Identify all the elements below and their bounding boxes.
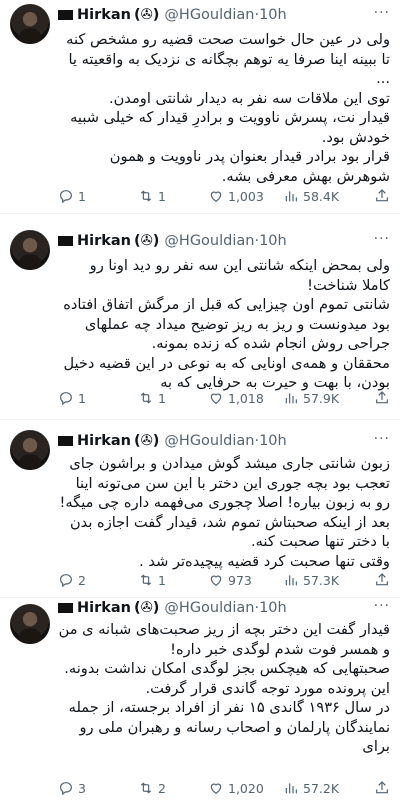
heart-icon: [210, 575, 222, 587]
like-button[interactable]: 1,020: [208, 780, 264, 796]
views-button[interactable]: 57.3K: [283, 572, 339, 588]
heart-icon: [210, 191, 222, 203]
handle[interactable]: @HGouldian·10h: [164, 433, 286, 449]
retweet-button[interactable]: 2: [138, 780, 166, 796]
views-button[interactable]: 57.2K: [283, 780, 339, 796]
tweet-paragraph: زبون شانتی جاری میشد گوش میدادن و براشون…: [59, 455, 391, 511]
handle[interactable]: @HGouldian·10h: [164, 233, 286, 249]
tweet-paragraph: صحبتهایی که هیچکس بجز لوگدی امکان نداشت …: [64, 660, 390, 677]
handle[interactable]: @HGouldian·10h: [164, 7, 286, 23]
views-button[interactable]: 57.9K: [283, 390, 339, 406]
share-button[interactable]: [374, 572, 390, 588]
retweet-icon: [140, 782, 152, 794]
share-button[interactable]: [374, 188, 390, 204]
share-icon: [376, 781, 388, 794]
tweet-actions: 1 1 1,003 58.4K: [58, 186, 390, 206]
tweet-actions: 2 1 973 57.3K: [58, 570, 390, 590]
retweet-button[interactable]: 1: [138, 572, 166, 588]
tweet-paragraph: در سال ۱۹۳۶ گاندی ۱۵ نفر از افراد برجسته…: [68, 699, 390, 755]
display-name[interactable]: Hirkan (✇): [58, 233, 159, 249]
reply-button[interactable]: 1: [58, 188, 86, 204]
reply-button[interactable]: 2: [58, 572, 86, 588]
more-options-icon[interactable]: ···: [374, 431, 390, 447]
black-flag-icon: [58, 436, 73, 446]
share-icon: [376, 189, 388, 202]
share-button[interactable]: [374, 390, 390, 406]
tweet[interactable]: Hirkan (✇) @HGouldian·10h ··· ولی بمحض ا…: [0, 222, 400, 420]
tweet-paragraph: ولی در عین حال خواست صحت قضیه رو مشخص کن…: [66, 31, 390, 87]
display-name[interactable]: Hirkan (✇): [58, 600, 159, 616]
bar-chart-icon: [285, 575, 297, 586]
tweet-paragraph: بعد از اینکه صحبتاش تموم شد، قیدار گفت ا…: [69, 513, 390, 551]
tweet-paragraph: قیدار نت، پسرش ناوویت و برادرِ قیدار که …: [70, 109, 390, 146]
handle[interactable]: @HGouldian·10h: [164, 600, 286, 616]
tweet-paragraph: قیدار گفت این دختر بچه از ریز صحبت‌های ش…: [58, 621, 390, 658]
tweet-text: ولی بمحض اینکه شانتی این سه نفر رو دید ا…: [58, 256, 390, 393]
tweet-header: Hirkan (✇) @HGouldian·10h ···: [58, 231, 390, 251]
tweet-paragraph: شانتی تموم اون چیزایی که قبل از مرگش اتف…: [63, 296, 390, 352]
tweet-actions: 3 2 1,020 57.2K: [58, 778, 390, 798]
like-button[interactable]: 973: [208, 572, 252, 588]
tweet-paragraph: این پرونده مورد توجه گاندی قرار گرفت.: [145, 679, 390, 697]
reply-icon: [60, 190, 72, 204]
tweet-actions: 1 1 1,018 57.9K: [58, 388, 390, 408]
display-name[interactable]: Hirkan (✇): [58, 433, 159, 449]
avatar[interactable]: [10, 4, 50, 44]
retweet-icon: [140, 190, 152, 202]
reply-icon: [60, 392, 72, 406]
tweet[interactable]: Hirkan (✇) @HGouldian·10h ··· قیدار گفت …: [0, 598, 400, 810]
tweet-header: Hirkan (✇) @HGouldian·10h ···: [58, 431, 390, 451]
black-flag-icon: [58, 236, 73, 246]
tweet-text: ولی در عین حال خواست صحت قضیه رو مشخص کن…: [58, 30, 390, 186]
heart-icon: [210, 783, 222, 795]
views-button[interactable]: 58.4K: [283, 188, 339, 204]
retweet-icon: [140, 574, 152, 586]
reply-icon: [60, 782, 72, 796]
share-icon: [376, 573, 388, 586]
heart-icon: [210, 393, 222, 405]
like-button[interactable]: 1,018: [208, 390, 264, 406]
tweet-header: Hirkan (✇) @HGouldian·10h ···: [58, 5, 390, 25]
tweet-thread: Hirkan (✇) @HGouldian·10h ··· ولی در عین…: [0, 0, 400, 810]
reply-button[interactable]: 1: [58, 390, 86, 406]
like-button[interactable]: 1,003: [208, 188, 264, 204]
avatar[interactable]: [10, 604, 50, 644]
display-name[interactable]: Hirkan (✇): [58, 7, 159, 23]
reply-icon: [60, 574, 72, 588]
bar-chart-icon: [285, 783, 297, 794]
tweet-paragraph: توی این ملاقات سه نفر به دیدار شانتی اوم…: [108, 89, 390, 107]
retweet-icon: [140, 392, 152, 404]
retweet-button[interactable]: 1: [138, 390, 166, 406]
share-button[interactable]: [374, 780, 390, 796]
avatar[interactable]: [10, 230, 50, 270]
tweet[interactable]: Hirkan (✇) @HGouldian·10h ··· ولی در عین…: [0, 0, 400, 214]
bar-chart-icon: [285, 191, 297, 202]
tweet-header: Hirkan (✇) @HGouldian·10h ···: [58, 598, 390, 618]
tweet-text: زبون شانتی جاری میشد گوش میدادن و براشون…: [58, 454, 391, 571]
more-options-icon[interactable]: ···: [374, 598, 390, 614]
black-flag-icon: [58, 603, 73, 613]
tweet-paragraph: ولی بمحض اینکه شانتی این سه نفر رو دید ا…: [89, 257, 390, 294]
more-options-icon[interactable]: ···: [374, 5, 390, 21]
tweet-paragraph: قرار بود برادر قیدار بعنوان پدر ناوویت و…: [109, 148, 390, 185]
more-options-icon[interactable]: ···: [374, 231, 390, 247]
black-flag-icon: [58, 10, 73, 20]
tweet[interactable]: Hirkan (✇) @HGouldian·10h ··· زبون شانتی…: [0, 420, 400, 598]
avatar[interactable]: [10, 430, 50, 470]
retweet-button[interactable]: 1: [138, 188, 166, 204]
tweet-text: قیدار گفت این دختر بچه از ریز صحبت‌های ش…: [58, 620, 390, 757]
tweet-paragraph: وقتی تنها صحبت کرد قضیه پیچیده‌تر شد .: [139, 552, 390, 570]
bar-chart-icon: [285, 393, 297, 404]
share-icon: [376, 391, 388, 404]
tweet-paragraph: محققان و همه‌ی اونایی که به نوعی در این …: [63, 354, 390, 392]
reply-button[interactable]: 3: [58, 780, 86, 796]
